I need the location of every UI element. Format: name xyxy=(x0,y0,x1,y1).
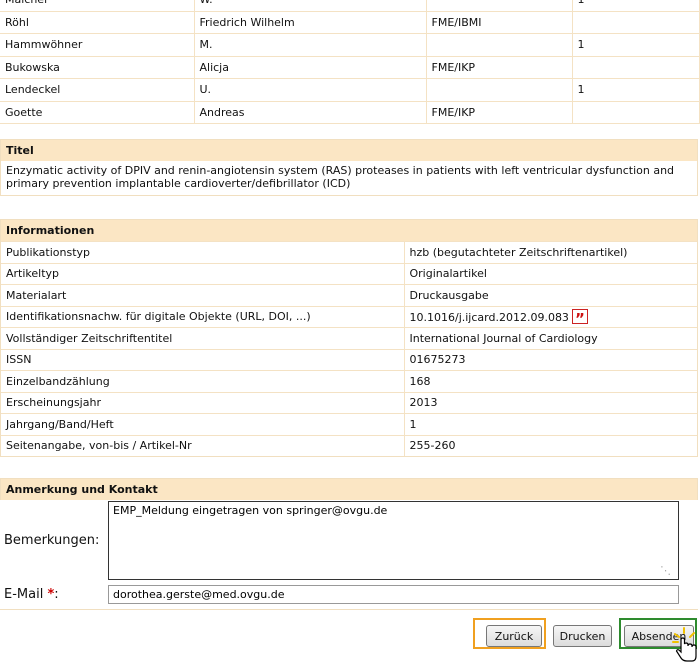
table-row: Hammwöhner M. 1 xyxy=(0,33,700,57)
info-label: Materialart xyxy=(1,284,404,306)
author-first-name: Andreas xyxy=(194,101,427,124)
info-value: Originalartikel xyxy=(403,262,697,285)
info-value: 01675273 xyxy=(403,348,697,371)
author-mark xyxy=(572,56,700,79)
table-row: Vollständiger Zeitschriftentitel Interna… xyxy=(1,327,697,349)
info-label: Einzelbandzählung xyxy=(1,370,404,392)
table-row: Artikeltyp Originalartikel xyxy=(1,262,697,285)
email-label-suffix: : xyxy=(54,587,59,602)
author-first-name: Friedrich Wilhelm xyxy=(194,11,427,34)
info-value: 168 xyxy=(403,370,697,392)
info-label: Identifikationsnachw. für digitale Objek… xyxy=(1,305,404,328)
author-org xyxy=(426,33,573,57)
table-row: Malcher W. 1 xyxy=(0,0,700,12)
table-row: Bukowska Alicja FME/IKP xyxy=(0,56,700,79)
table-row: Seitenangabe, von-bis / Artikel-Nr 255-2… xyxy=(1,434,697,456)
author-first-name: W. xyxy=(194,0,427,12)
divider xyxy=(0,609,698,610)
author-first-name: U. xyxy=(194,78,427,102)
info-value-doi: 10.1016/j.ijcard.2012.09.083” xyxy=(403,305,697,328)
info-value: 255-260 xyxy=(403,434,697,456)
table-row: Identifikationsnachw. für digitale Objek… xyxy=(1,305,697,328)
remarks-textarea[interactable]: EMP_Meldung eingetragen von springer@ovg… xyxy=(108,501,679,580)
author-first-name: M. xyxy=(194,33,427,57)
table-row: Röhl Friedrich Wilhelm FME/IBMI xyxy=(0,11,700,34)
print-button[interactable]: Drucken xyxy=(553,625,612,647)
author-mark xyxy=(572,11,700,34)
info-table: Publikationstyp hzb (begutachteter Zeits… xyxy=(1,241,697,456)
info-label: Jahrgang/Band/Heft xyxy=(1,413,404,435)
back-button[interactable]: Zurück xyxy=(486,625,542,647)
titel-section: Titel Enzymatic activity of DPIV and ren… xyxy=(0,139,698,196)
author-mark: 1 xyxy=(572,78,700,102)
section-heading: Anmerkung und Kontakt xyxy=(1,479,697,500)
author-last-name: Goette xyxy=(0,101,195,124)
info-value: 2013 xyxy=(403,391,697,414)
table-row: Materialart Druckausgabe xyxy=(1,284,697,306)
email-input[interactable] xyxy=(108,585,679,604)
table-row: Lendeckel U. 1 xyxy=(0,78,700,102)
table-row: Jahrgang/Band/Heft 1 xyxy=(1,413,697,435)
info-label: Erscheinungsjahr xyxy=(1,391,404,414)
author-mark: 1 xyxy=(572,33,700,57)
publication-title: Enzymatic activity of DPIV and renin-ang… xyxy=(6,164,675,190)
info-label: Vollständiger Zeitschriftentitel xyxy=(1,327,404,349)
info-label: Publikationstyp xyxy=(1,241,404,263)
email-label: E-Mail xyxy=(4,587,44,602)
resize-grip-icon[interactable]: ⋱ xyxy=(660,564,674,578)
author-last-name: Lendeckel xyxy=(0,78,195,102)
info-value: Druckausgabe xyxy=(403,284,697,306)
info-label: Seitenangabe, von-bis / Artikel-Nr xyxy=(1,434,404,456)
table-row: Einzelbandzählung 168 xyxy=(1,370,697,392)
author-mark: 1 xyxy=(572,0,700,12)
info-label: ISSN xyxy=(1,348,404,371)
section-heading: Titel xyxy=(1,140,697,161)
section-heading: Informationen xyxy=(1,220,697,241)
author-last-name: Malcher xyxy=(0,0,195,12)
authors-table: Malcher W. 1 Röhl Friedrich Wilhelm FME/… xyxy=(0,0,700,124)
author-last-name: Röhl xyxy=(0,11,195,34)
contact-section: Anmerkung und Kontakt xyxy=(0,478,698,500)
table-row: ISSN 01675273 xyxy=(1,348,697,371)
email-label-group: E-Mail *: xyxy=(4,587,59,602)
author-org: FME/IKP xyxy=(426,56,573,79)
table-row: Publikationstyp hzb (begutachteter Zeits… xyxy=(1,241,697,263)
info-value: International Journal of Cardiology xyxy=(403,327,697,349)
doi-value: 10.1016/j.ijcard.2012.09.083 xyxy=(409,311,569,325)
quote-icon[interactable]: ” xyxy=(571,309,588,328)
info-value: 1 xyxy=(403,413,697,435)
table-row: Goette Andreas FME/IKP xyxy=(0,101,700,124)
hand-cursor-icon xyxy=(672,627,697,662)
remarks-label: Bemerkungen: xyxy=(4,533,100,548)
author-mark xyxy=(572,101,700,124)
info-value: hzb (begutachteter Zeitschriftenartikel) xyxy=(403,241,697,263)
author-last-name: Hammwöhner xyxy=(0,33,195,57)
author-org xyxy=(426,0,573,12)
table-row: Erscheinungsjahr 2013 xyxy=(1,391,697,414)
author-org: FME/IBMI xyxy=(426,11,573,34)
info-label: Artikeltyp xyxy=(1,262,404,285)
info-section: Informationen Publikationstyp hzb (begut… xyxy=(0,219,698,457)
author-org: FME/IKP xyxy=(426,101,573,124)
author-last-name: Bukowska xyxy=(0,56,195,79)
author-org xyxy=(426,78,573,102)
author-first-name: Alicja xyxy=(194,56,427,79)
